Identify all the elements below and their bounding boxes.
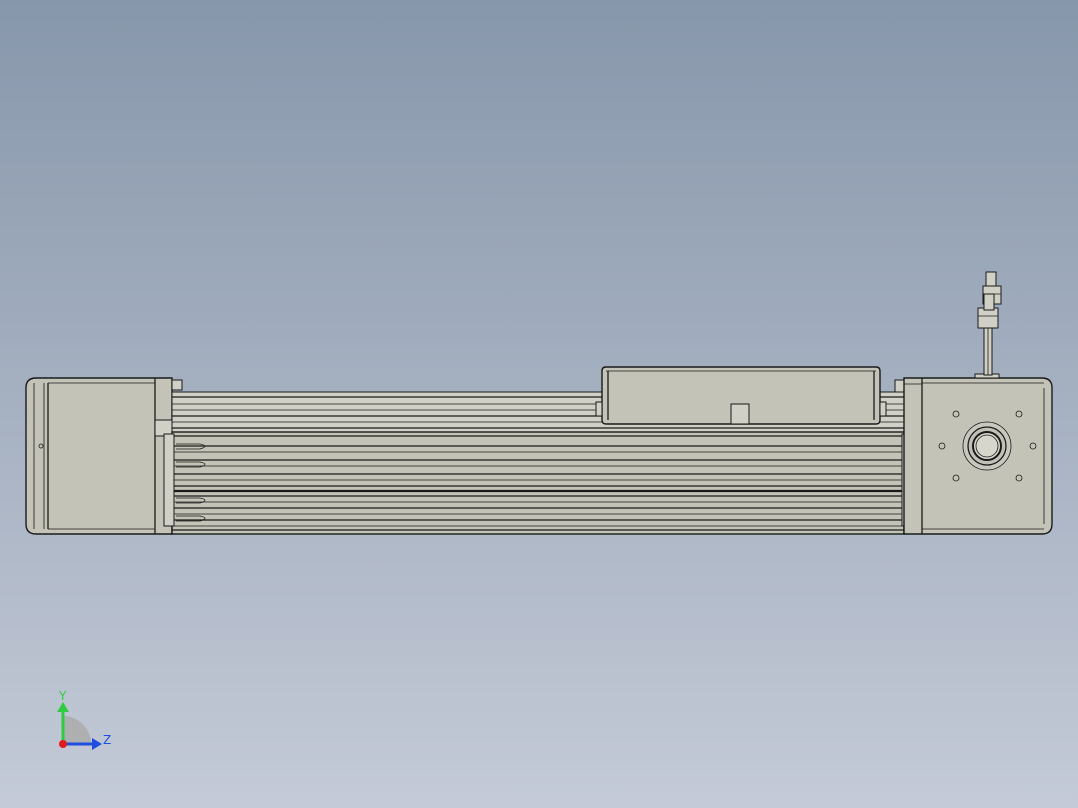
y-axis-arrowhead (57, 702, 69, 712)
x-axis-dot (59, 740, 67, 748)
z-axis-arrowhead (92, 738, 102, 750)
cad-drawing: Y Z (25, 271, 1053, 750)
y-axis-label: Y (58, 689, 67, 703)
triad-quadrant (63, 716, 91, 744)
extrusion-profile[interactable] (163, 431, 913, 535)
right-end-cap[interactable] (894, 377, 1053, 535)
sensor-connector[interactable] (974, 271, 1002, 379)
bearing-icon (962, 421, 1012, 471)
coordinate-triad: Y Z (57, 689, 111, 750)
cad-viewport[interactable]: Y Z (0, 0, 1078, 808)
z-axis-label: Z (103, 733, 111, 747)
carriage-key (730, 403, 750, 425)
carriage[interactable] (595, 366, 887, 425)
left-end-cap[interactable] (25, 377, 183, 535)
